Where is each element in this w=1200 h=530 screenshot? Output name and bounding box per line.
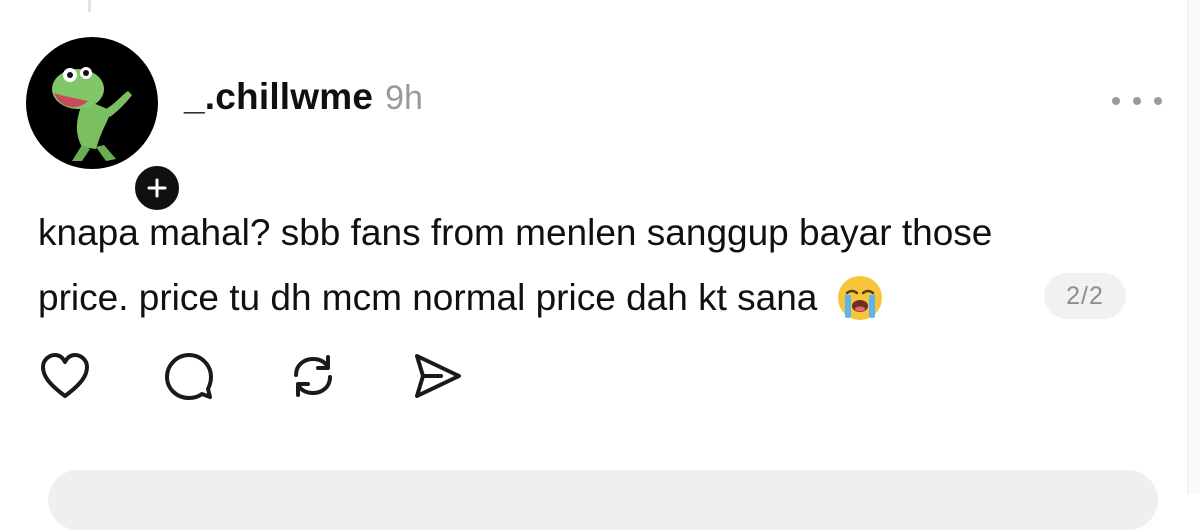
share-icon xyxy=(415,354,461,398)
comment-icon xyxy=(165,353,213,400)
more-horizontal-icon-dot xyxy=(1133,97,1141,105)
avatar[interactable] xyxy=(26,37,183,214)
loudly-crying-face-icon xyxy=(838,275,883,320)
post-text-line-2: price. price tu dh mcm normal price dah … xyxy=(38,265,1178,330)
reply-button[interactable] xyxy=(162,349,216,403)
more-horizontal-icon xyxy=(1112,97,1120,105)
post-text-line: price. price tu dh mcm normal price dah … xyxy=(38,277,818,318)
reply-input[interactable] xyxy=(48,470,1158,530)
frog-avatar-image xyxy=(52,67,132,161)
page-counter-badge: 2/2 xyxy=(1044,273,1126,319)
repost-icon xyxy=(294,355,332,397)
heart-icon xyxy=(41,353,89,398)
scroll-edge xyxy=(1187,0,1200,494)
more-options-button[interactable] xyxy=(1112,86,1162,116)
username-link[interactable]: _.chillwme xyxy=(184,76,373,118)
post-header: _.chillwme 9h xyxy=(184,76,423,126)
like-button[interactable] xyxy=(38,349,92,403)
action-bar xyxy=(38,349,534,403)
post-timestamp: 9h xyxy=(385,79,423,117)
post-text-line: knapa mahal? sbb fans from menlen sanggu… xyxy=(38,212,993,253)
post-body: knapa mahal? sbb fans from menlen sanggu… xyxy=(38,200,1178,330)
more-horizontal-icon-dot xyxy=(1154,97,1162,105)
repost-button[interactable] xyxy=(286,349,340,403)
thread-connector-line xyxy=(88,0,91,12)
share-button[interactable] xyxy=(410,349,464,403)
plus-icon xyxy=(147,178,167,198)
